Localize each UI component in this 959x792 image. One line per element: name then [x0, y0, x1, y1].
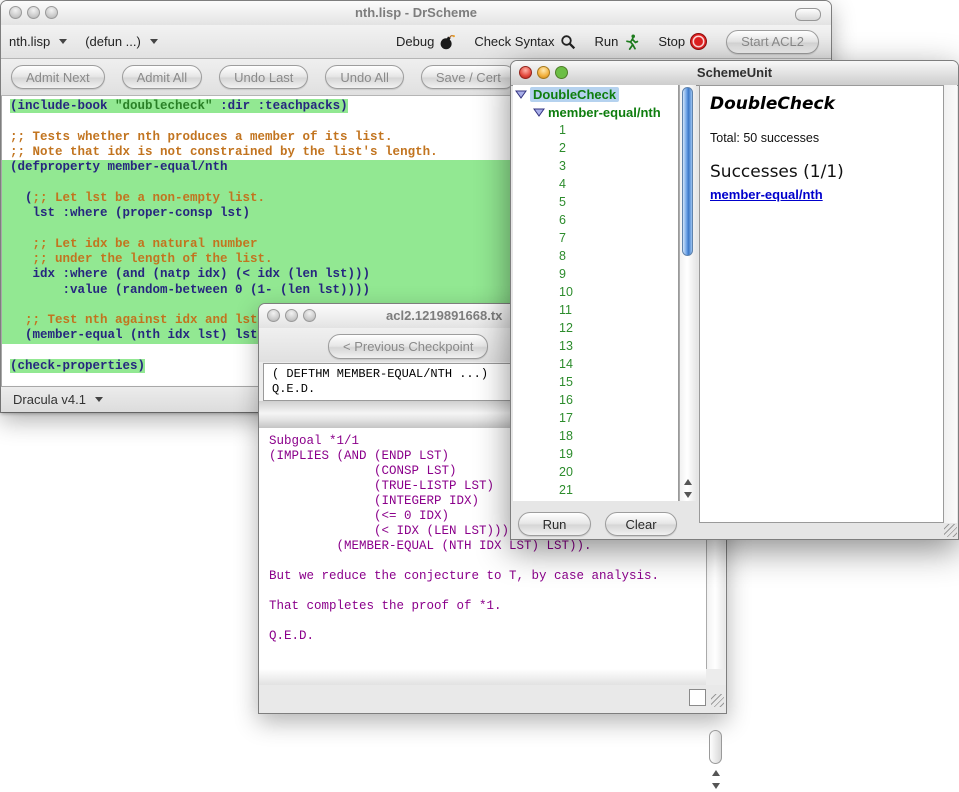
- detail-scrollbar[interactable]: [944, 85, 957, 523]
- tree-case-item[interactable]: 12: [513, 319, 678, 337]
- runner-icon: [623, 34, 639, 50]
- chevron-down-icon: [59, 39, 67, 44]
- admit-next-button[interactable]: Admit Next: [11, 65, 105, 89]
- resize-grip[interactable]: [711, 694, 724, 707]
- admit-all-button[interactable]: Admit All: [122, 65, 203, 89]
- run-tests-button[interactable]: Run: [518, 512, 591, 536]
- detail-heading: DoubleCheck: [710, 94, 943, 114]
- undo-last-button[interactable]: Undo Last: [219, 65, 308, 89]
- scroll-down-button[interactable]: [707, 779, 725, 792]
- scrollbar-thumb[interactable]: [709, 730, 722, 764]
- defun-dropdown[interactable]: (defun ...): [85, 34, 158, 49]
- clear-button[interactable]: Clear: [605, 512, 677, 536]
- schemeunit-titlebar[interactable]: SchemeUnit: [511, 61, 958, 86]
- stop-label: Stop: [658, 34, 685, 49]
- run-label: Run: [595, 34, 619, 49]
- tree-item-label: member-equal/nth: [548, 105, 661, 120]
- scroll-up-button[interactable]: [680, 475, 696, 488]
- arrow-up-icon: [712, 770, 720, 776]
- defun-dropdown-label: (defun ...): [85, 34, 141, 49]
- schemeunit-button-row: Run Clear: [511, 509, 699, 539]
- start-acl2-button[interactable]: Start ACL2: [726, 30, 819, 54]
- tree-case-item[interactable]: 15: [513, 373, 678, 391]
- disclosure-triangle-icon[interactable]: [515, 90, 527, 99]
- debug-button[interactable]: Debug: [396, 34, 455, 50]
- scroll-down-button[interactable]: [680, 488, 696, 501]
- member-equal-nth-link[interactable]: member-equal/nth: [710, 187, 823, 202]
- tree-case-item[interactable]: 21: [513, 481, 678, 499]
- window-title: nth.lisp - DrScheme: [1, 5, 831, 20]
- chevron-down-icon: [95, 397, 103, 402]
- language-dropdown[interactable]: Dracula v4.1: [13, 392, 103, 407]
- tree-case-item[interactable]: 16: [513, 391, 678, 409]
- tree-case-item[interactable]: 19: [513, 445, 678, 463]
- arrow-down-icon: [712, 783, 720, 789]
- window-title: SchemeUnit: [511, 65, 958, 80]
- acl2-bottom-panel: [259, 685, 726, 713]
- resize-grip[interactable]: [944, 524, 957, 537]
- tree-case-item[interactable]: 7: [513, 229, 678, 247]
- tree-case-item[interactable]: 14: [513, 355, 678, 373]
- bomb-icon: [439, 34, 455, 50]
- run-button[interactable]: Run: [595, 34, 640, 50]
- previous-checkpoint-button[interactable]: < Previous Checkpoint: [328, 334, 488, 359]
- tree-case-item[interactable]: 20: [513, 463, 678, 481]
- test-results-tree[interactable]: DoubleCheck member-equal/nth 12345678910…: [513, 85, 679, 501]
- disclosure-triangle-icon[interactable]: [533, 108, 545, 117]
- drscheme-toolbar: nth.lisp (defun ...) Debug: [1, 25, 831, 59]
- tree-item-doublecheck[interactable]: DoubleCheck: [513, 85, 678, 103]
- tree-case-item[interactable]: 17: [513, 409, 678, 427]
- tree-case-item[interactable]: 11: [513, 301, 678, 319]
- debug-label: Debug: [396, 34, 434, 49]
- stop-icon: [690, 33, 707, 50]
- check-syntax-button[interactable]: Check Syntax: [474, 34, 575, 50]
- arrow-down-icon: [684, 492, 692, 498]
- tree-case-item[interactable]: 5: [513, 193, 678, 211]
- tree-case-item[interactable]: 9: [513, 265, 678, 283]
- tree-case-item[interactable]: 2: [513, 139, 678, 157]
- stop-button[interactable]: Stop: [658, 33, 707, 50]
- tree-item-member-equal-nth[interactable]: member-equal/nth: [513, 103, 678, 121]
- checkbox[interactable]: [689, 689, 706, 706]
- file-dropdown[interactable]: nth.lisp: [9, 34, 67, 49]
- scrollbar-thumb[interactable]: [682, 87, 693, 256]
- total-successes-text: Total: 50 successes: [710, 131, 943, 145]
- search-icon: [560, 34, 576, 50]
- check-syntax-label: Check Syntax: [474, 34, 554, 49]
- tree-case-item[interactable]: 18: [513, 427, 678, 445]
- successes-heading: Successes (1/1): [710, 162, 943, 182]
- tree-case-item[interactable]: 4: [513, 175, 678, 193]
- tree-case-list: 123456789101112131415161718192021: [513, 121, 678, 499]
- horizontal-scrollbar[interactable]: [259, 669, 706, 686]
- file-dropdown-label: nth.lisp: [9, 34, 50, 49]
- tree-case-item[interactable]: 8: [513, 247, 678, 265]
- tree-case-item[interactable]: 6: [513, 211, 678, 229]
- tree-scrollbar[interactable]: [679, 85, 696, 501]
- chevron-down-icon: [150, 39, 158, 44]
- tree-case-item[interactable]: 3: [513, 157, 678, 175]
- tree-case-item[interactable]: 1: [513, 121, 678, 139]
- scroll-up-button[interactable]: [707, 766, 725, 779]
- tree-item-label: DoubleCheck: [530, 87, 619, 102]
- save-cert-button[interactable]: Save / Cert: [421, 65, 516, 89]
- schemeunit-window: SchemeUnit DoubleCheck member-equal/nth …: [510, 60, 959, 540]
- tree-case-item[interactable]: 10: [513, 283, 678, 301]
- drscheme-titlebar[interactable]: nth.lisp - DrScheme: [1, 1, 831, 26]
- tree-case-item[interactable]: 13: [513, 337, 678, 355]
- language-label: Dracula v4.1: [13, 392, 86, 407]
- test-detail-panel: DoubleCheck Total: 50 successes Successe…: [699, 85, 944, 523]
- arrow-up-icon: [684, 479, 692, 485]
- undo-all-button[interactable]: Undo All: [325, 65, 403, 89]
- toolbar-toggle-button[interactable]: [795, 8, 821, 21]
